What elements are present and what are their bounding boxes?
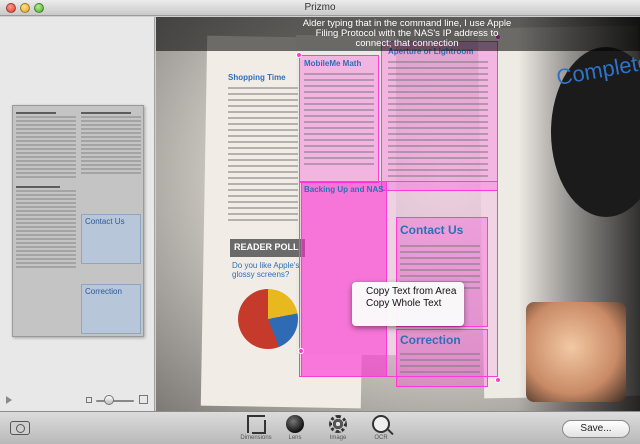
child-photo <box>526 302 626 402</box>
sidebar-controls <box>0 391 155 411</box>
page-thumbnail-sidebar: Contact Us Correction <box>0 17 155 411</box>
shopping-heading: Shopping Time <box>228 73 286 82</box>
reader-poll-question: Do you like Apple's glossy screens? <box>232 261 300 279</box>
reader-poll-banner: READER POLL <box>230 239 305 257</box>
region-handle-bottom-left[interactable] <box>298 348 304 354</box>
thumbnail-contact-box: Contact Us <box>81 214 141 264</box>
image-tool[interactable]: Image <box>318 414 358 444</box>
play-icon[interactable] <box>6 396 12 404</box>
camera-icon[interactable] <box>10 421 30 435</box>
poll-pie-chart <box>238 289 298 349</box>
lens-tool[interactable]: Lens <box>275 414 315 444</box>
ocr-region-backing-up[interactable] <box>301 181 387 377</box>
thumbnail-left-column <box>16 110 76 334</box>
gear-icon <box>329 415 347 433</box>
zoom-in-icon[interactable] <box>139 395 148 404</box>
crop-icon <box>247 415 266 434</box>
correction-heading: Correction <box>400 333 461 347</box>
thumbnail-contact-heading: Contact Us <box>85 217 125 226</box>
contact-us-heading: Contact Us <box>400 223 464 237</box>
zoom-out-icon[interactable] <box>86 397 92 403</box>
region-handle-top-left[interactable] <box>296 52 302 58</box>
thumbnail-size-slider[interactable] <box>96 400 134 402</box>
context-menu: Copy Text from Area Copy Whole Text <box>352 282 464 326</box>
thumbnail-correction-heading: Correction <box>85 287 122 296</box>
image-label: Image <box>329 435 347 441</box>
image-canvas[interactable]: Complete Shopping Time READER POLL Do yo… <box>156 17 640 411</box>
thumbnail-correction-box: Correction <box>81 284 141 334</box>
dimensions-tool[interactable]: Dimensions <box>236 414 276 444</box>
mobileme-heading: MobileMe Math <box>304 59 362 68</box>
text-preview-tooltip: Alder typing that in the command line, I… <box>156 17 640 51</box>
tooltip-text: Alder typing that in the command line, I… <box>302 18 512 49</box>
slider-knob[interactable] <box>104 395 114 405</box>
copy-whole-text-item[interactable]: Copy Whole Text <box>352 298 464 310</box>
copy-text-from-area-item[interactable]: Copy Text from Area <box>352 286 464 298</box>
page-thumbnail[interactable]: Contact Us Correction <box>12 105 144 337</box>
ocr-label: OCR <box>374 435 388 441</box>
dimensions-label: Dimensions <box>240 435 272 441</box>
prizmo-window: Prizmo Contact Us Correction Complete Sh… <box>0 0 640 444</box>
lens-icon <box>286 415 304 433</box>
title-bar: Prizmo <box>0 0 640 16</box>
ocr-icon <box>372 415 390 433</box>
lens-label: Lens <box>288 435 302 441</box>
bottom-toolbar: Dimensions Lens Image OCR Save... <box>0 411 640 444</box>
backing-up-heading: Backing Up and NAS <box>304 185 384 194</box>
window-title: Prizmo <box>304 2 336 13</box>
save-button[interactable]: Save... <box>562 420 630 438</box>
ocr-tool[interactable]: OCR <box>361 414 401 444</box>
region-handle-bottom-right[interactable] <box>495 377 501 383</box>
